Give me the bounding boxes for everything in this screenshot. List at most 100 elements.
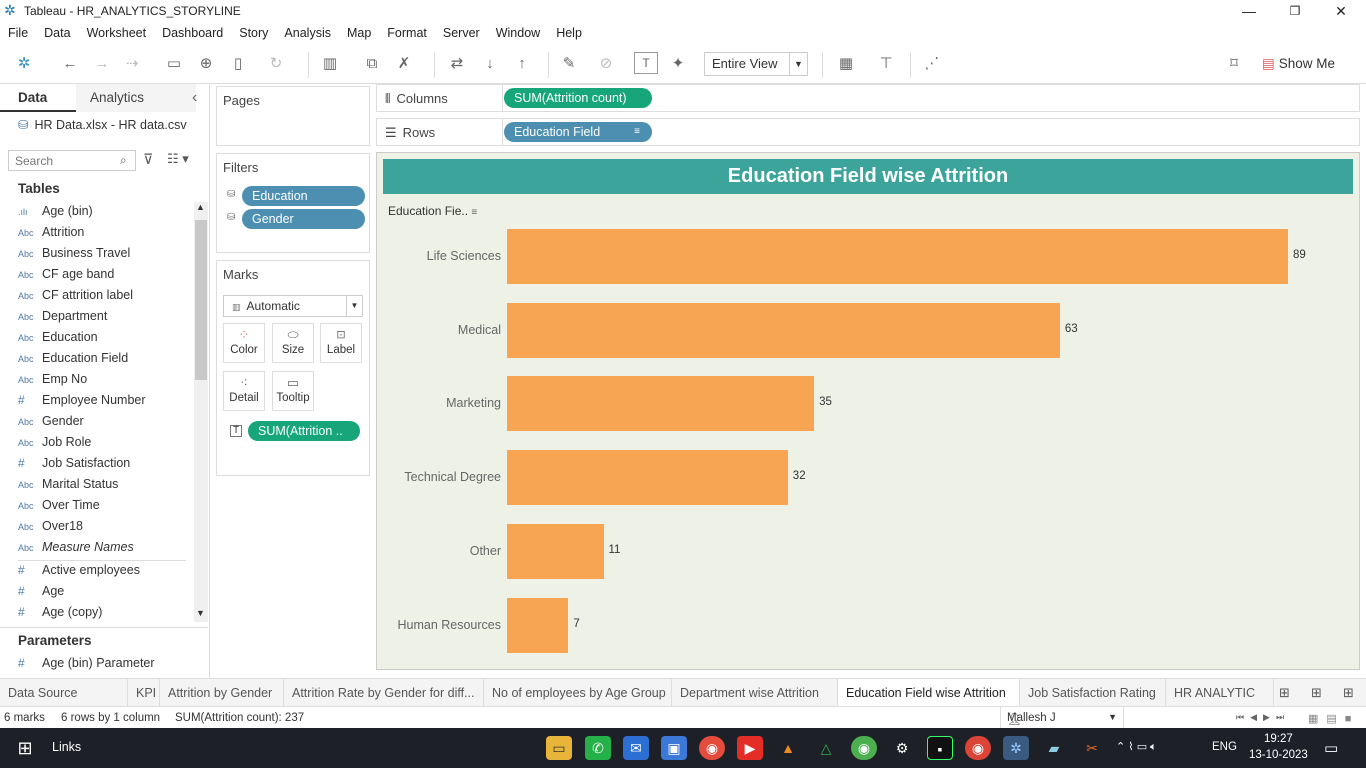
chrome-icon[interactable]: ◉ [699, 736, 725, 760]
filter-icon[interactable]: ⊽ [143, 151, 153, 168]
new-worksheet-icon[interactable]: ▥ [318, 52, 342, 76]
tab-sheet[interactable]: KPI [128, 679, 160, 707]
highlight-icon[interactable]: ✎ [557, 52, 581, 76]
close-button[interactable]: ✕ [1318, 2, 1364, 20]
menu-worksheet[interactable]: Worksheet [79, 22, 155, 44]
new-story-icon[interactable]: ⊞ [1343, 685, 1354, 701]
menu-map[interactable]: Map [339, 22, 379, 44]
clock-date[interactable]: 13-10-2023 [1249, 749, 1308, 761]
swap-icon[interactable]: ⇄ [445, 52, 469, 76]
restore-button[interactable]: ❐ [1272, 2, 1318, 20]
tab-analytics[interactable]: Analytics [76, 84, 196, 112]
windows-start-icon[interactable]: ⊞ [12, 736, 38, 760]
field-item[interactable]: Abc CF attrition label [18, 285, 190, 306]
menu-help[interactable]: Help [548, 22, 590, 44]
bar-mark[interactable] [507, 597, 569, 653]
datasource-item[interactable]: ⛁ HR Data.xlsx - HR data.csv [18, 117, 187, 132]
columns-shelf[interactable]: ⫴ Columns SUM(Attrition count) [376, 84, 1360, 112]
field-item[interactable]: Abc Emp No [18, 369, 190, 390]
show-labels-icon[interactable]: T [634, 52, 658, 74]
whatsapp-icon[interactable]: ✆ [585, 736, 611, 760]
filter-pill-gender[interactable]: Gender [242, 209, 365, 229]
sort-ascending-icon[interactable]: ↓ [478, 52, 502, 76]
tooltip-button[interactable]: ▭ Tooltip [272, 371, 314, 411]
new-worksheet-icon[interactable]: ⊞ [1279, 685, 1290, 701]
field-item[interactable]: Abc CF age band [18, 264, 190, 285]
clear-sheet-icon[interactable]: ✗ [392, 52, 416, 76]
system-tray-icons[interactable]: ⌃ ⌇ ▭ 🔈︎ [1116, 740, 1157, 754]
tab-data[interactable]: Data [0, 84, 76, 112]
language-indicator[interactable]: ENG [1212, 741, 1237, 753]
group-icon[interactable]: ⊘ [594, 52, 618, 76]
field-item[interactable]: # Age (copy) [18, 602, 190, 623]
links-toolbar[interactable]: Links [52, 740, 81, 754]
sort-descending-icon[interactable]: ↑ [510, 52, 534, 76]
save-icon[interactable]: ▭ [162, 52, 186, 76]
tab-sheet[interactable]: Attrition by Gender [160, 679, 284, 707]
field-item[interactable]: Abc Attrition [18, 222, 190, 243]
field-item[interactable]: Abc Education [18, 327, 190, 348]
parameter-item[interactable]: # Age (bin) Parameter [18, 653, 190, 674]
snipping-tool-icon[interactable]: ✂ [1079, 736, 1105, 760]
menu-story[interactable]: Story [231, 22, 276, 44]
notifications-icon[interactable]: ▭ [1324, 739, 1338, 757]
tab-sheet[interactable]: Job Satisfaction Rating [1020, 679, 1166, 707]
tab-sheet[interactable]: Data Source [0, 679, 128, 707]
view-mode-icon[interactable]: ▦▤■ [1308, 712, 1359, 725]
pause-updates-icon[interactable]: ▯ [226, 52, 250, 76]
field-item[interactable]: Abc Department [18, 306, 190, 327]
clock-time[interactable]: 19:27 [1264, 733, 1293, 745]
fit-dropdown[interactable]: Entire View ▼ [704, 52, 808, 76]
view-options-icon[interactable]: ☷ ▾ [167, 151, 189, 167]
pin-icon[interactable]: ✦ [666, 52, 690, 76]
menu-data[interactable]: Data [36, 22, 78, 44]
field-item[interactable]: Abc Gender [18, 411, 190, 432]
redo-icon[interactable]: → [90, 52, 114, 76]
collapse-pane-icon[interactable]: ‹ [192, 84, 208, 112]
search-input[interactable] [8, 150, 136, 171]
new-datasource-icon[interactable]: ⊕ [194, 52, 218, 76]
field-item[interactable]: Abc Education Field [18, 348, 190, 369]
sheet-navigation-icon[interactable]: ⏮◀▶⏭ [1236, 712, 1290, 723]
tableau-taskbar-icon[interactable]: ✲ [1003, 736, 1029, 760]
size-button[interactable]: ⬭ Size [272, 323, 314, 363]
drive-icon[interactable]: △ [813, 736, 839, 760]
show-me-button[interactable]: ▤ Show Me [1262, 52, 1335, 76]
field-item[interactable]: # Employee Number [18, 390, 190, 411]
minimize-button[interactable]: — [1226, 2, 1272, 20]
store-icon[interactable]: ▣ [661, 736, 687, 760]
menu-dashboard[interactable]: Dashboard [154, 22, 231, 44]
field-item[interactable]: Abc Measure Names [18, 537, 190, 558]
field-list-scrollbar[interactable]: ▲ ▼ [194, 202, 208, 622]
menu-server[interactable]: Server [435, 22, 488, 44]
duplicate-sheet-icon[interactable]: ⧉ [360, 52, 384, 76]
tab-sheet[interactable]: Department wise Attrition [672, 679, 838, 707]
file-explorer-icon[interactable]: ▭ [546, 736, 572, 760]
field-item[interactable]: .ılı Age (bin) [18, 201, 190, 222]
youtube-icon[interactable]: ▶ [737, 736, 763, 760]
new-dashboard-icon[interactable]: ⊞ [1311, 685, 1322, 701]
bar-mark[interactable] [507, 523, 604, 579]
rows-shelf[interactable]: ☰ Rows Education Field ≡ [376, 118, 1360, 146]
menu-analysis[interactable]: Analysis [276, 22, 339, 44]
tab-sheet[interactable]: HR ANALYTIC [1166, 679, 1274, 707]
field-item[interactable]: Abc Marital Status [18, 474, 190, 495]
tab-sheet[interactable]: Attrition Rate by Gender for diff... [284, 679, 484, 707]
refresh-icon[interactable]: ↻ [264, 52, 288, 76]
undo-icon[interactable]: ← [58, 52, 82, 76]
columns-pill[interactable]: SUM(Attrition count) [504, 88, 652, 108]
filter-pill-education[interactable]: Education [242, 186, 365, 206]
bar-mark[interactable] [507, 302, 1060, 358]
field-item[interactable]: Abc Business Travel [18, 243, 190, 264]
replay-icon[interactable]: ⇢ [120, 52, 144, 76]
mark-type-dropdown[interactable]: ▥ Automatic ▼ [223, 295, 363, 317]
pages-card[interactable]: Pages [216, 86, 370, 146]
bar-mark[interactable] [507, 450, 788, 506]
rows-pill[interactable]: Education Field ≡ [504, 122, 652, 142]
menu-format[interactable]: Format [379, 22, 435, 44]
terminal-icon[interactable]: ▪ [927, 736, 953, 760]
notepad-icon[interactable]: ▰ [1041, 736, 1067, 760]
vlc-icon[interactable]: ▲ [775, 736, 801, 760]
user-dropdown[interactable]: 👤︎ Mallesh J ▼ [1000, 707, 1124, 729]
mail-icon[interactable]: ✉ [623, 736, 649, 760]
